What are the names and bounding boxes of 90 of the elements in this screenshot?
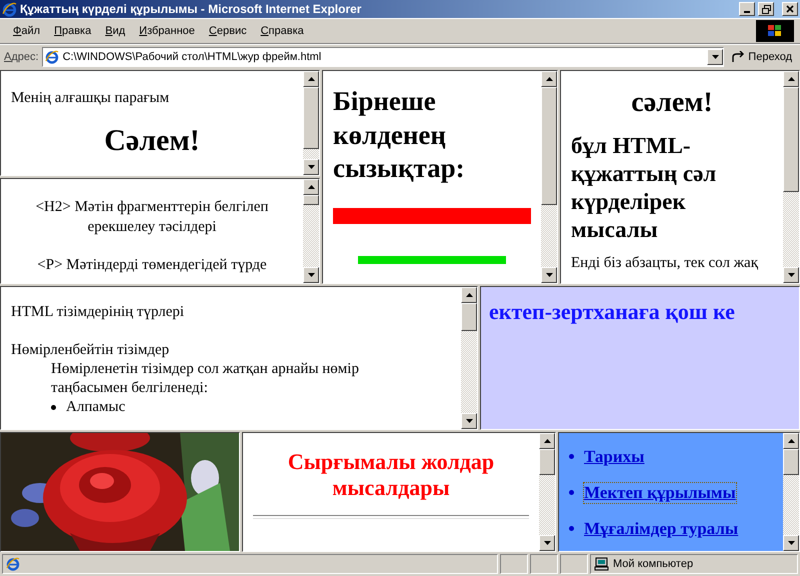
scroll-thumb[interactable] (461, 302, 477, 331)
restore-button[interactable] (758, 2, 774, 16)
status-panel (500, 554, 528, 574)
list-item: Алпамыс (66, 398, 126, 417)
scroll-thumb[interactable] (539, 448, 555, 475)
down-arrow-icon (308, 164, 314, 169)
close-button[interactable] (782, 2, 798, 16)
scroll-thumb[interactable] (783, 448, 799, 475)
heading: Бірнеше көлденең сызықтар: (333, 84, 466, 186)
up-arrow-icon (308, 76, 314, 81)
address-label: Адрес: (4, 51, 39, 64)
scroll-down-button[interactable] (303, 266, 319, 283)
browser-icon (6, 556, 20, 571)
scrollbar[interactable] (783, 432, 799, 551)
minimize-button[interactable] (739, 2, 755, 16)
heading: Сырғымалы жолдар мысалдары (286, 448, 496, 501)
down-arrow-icon (712, 55, 719, 60)
scrollbar[interactable] (539, 432, 555, 551)
paragraph: <P> Мәтіндерді төмендегідей түрде (36, 256, 268, 275)
menu-item[interactable]: Вид (98, 22, 132, 39)
scrollbar[interactable] (303, 70, 319, 175)
subtitle: Нөмірленбейтін тізімдер (11, 340, 170, 360)
bullet-icon (569, 454, 574, 460)
nav-link[interactable]: Мектеп құрылымы (584, 482, 736, 503)
scroll-down-button[interactable] (303, 158, 319, 175)
scrollbar[interactable] (303, 178, 319, 283)
paragraph: <H2> Мәтін фрагменттерін белгілеп ерекшелеу тәсілдері (34, 198, 270, 237)
scroll-down-button[interactable] (461, 412, 477, 429)
scroll-down-button[interactable] (783, 266, 799, 283)
menu-item[interactable]: Справка (254, 22, 311, 39)
down-arrow-icon (788, 540, 794, 545)
status-panel (560, 554, 588, 574)
menu-item[interactable]: Правка (47, 22, 98, 39)
nav-link[interactable]: Мұғалімдер туралы (584, 518, 738, 539)
scroll-down-button[interactable] (539, 534, 555, 551)
up-arrow-icon (544, 438, 550, 443)
down-arrow-icon (544, 540, 550, 545)
menu-item[interactable]: Файл (6, 22, 48, 39)
title: HTML тізімдерінің түрлері (11, 302, 186, 322)
down-arrow-icon (308, 272, 314, 277)
caption: Менің алғашқы парағым (11, 88, 170, 108)
scrollbar[interactable] (541, 70, 557, 283)
window-title: Құжаттың күрделі құрылымы - Microsoft Internet Explorer (20, 2, 362, 16)
address-field[interactable]: C:\WINDOWS\Рабочий стол\HTML\жур фрейм.html (42, 47, 724, 68)
menu-item[interactable]: Избранное (132, 22, 202, 39)
scroll-thumb[interactable] (541, 86, 557, 205)
scroll-up-button[interactable] (303, 70, 319, 87)
scroll-down-button[interactable] (541, 266, 557, 283)
scrollbar[interactable] (461, 286, 477, 429)
browser-icon (44, 50, 59, 64)
menu-item[interactable]: Сервис (202, 22, 254, 39)
down-arrow-icon (788, 272, 794, 277)
windows-logo (756, 20, 794, 42)
paragraph: Енді біз абзацты, тек сол жақ (571, 254, 760, 273)
up-arrow-icon (466, 292, 472, 297)
up-arrow-icon (788, 76, 794, 81)
scroll-thumb[interactable] (303, 194, 319, 205)
scroll-up-button[interactable] (783, 432, 799, 449)
scroll-up-button[interactable] (783, 70, 799, 87)
subheading: бұл HTML-құжаттың сәл күрделірек мысалы (571, 132, 718, 244)
down-arrow-icon (546, 272, 552, 277)
heading: сәлем! (630, 86, 714, 120)
bullet-icon (51, 404, 56, 410)
scroll-up-button[interactable] (541, 70, 557, 87)
browser-icon (2, 2, 17, 17)
scroll-up-button[interactable] (539, 432, 555, 449)
heading: Сәлем! (103, 122, 201, 159)
go-button[interactable]: Переход (727, 51, 796, 64)
scroll-up-button[interactable] (461, 286, 477, 303)
scroll-thumb[interactable] (303, 86, 319, 149)
nav-link[interactable]: Тарихы (584, 446, 644, 467)
bullet-icon (569, 490, 574, 496)
down-arrow-icon (466, 418, 472, 423)
dropdown-button[interactable] (707, 49, 724, 66)
zone-label: Мой компьютер (613, 558, 694, 570)
restore-icon (762, 4, 770, 14)
scroll-thumb[interactable] (783, 86, 799, 192)
description: Нөмірленетін тізімдер сол жатқан арнайы нөмір таңбасымен белгіленеді: (51, 360, 360, 398)
up-arrow-icon (546, 76, 552, 81)
arrow-icon (731, 51, 746, 64)
close-icon (786, 5, 794, 14)
scrollbar[interactable] (783, 70, 799, 283)
scroll-down-button[interactable] (783, 534, 799, 551)
bullet-icon (569, 526, 574, 532)
scroll-up-button[interactable] (303, 178, 319, 195)
marquee-text: ектеп-зертханаға қош ке (489, 298, 736, 325)
computer-icon (594, 556, 609, 571)
up-arrow-icon (788, 438, 794, 443)
status-panel (530, 554, 558, 574)
up-arrow-icon (308, 184, 314, 189)
